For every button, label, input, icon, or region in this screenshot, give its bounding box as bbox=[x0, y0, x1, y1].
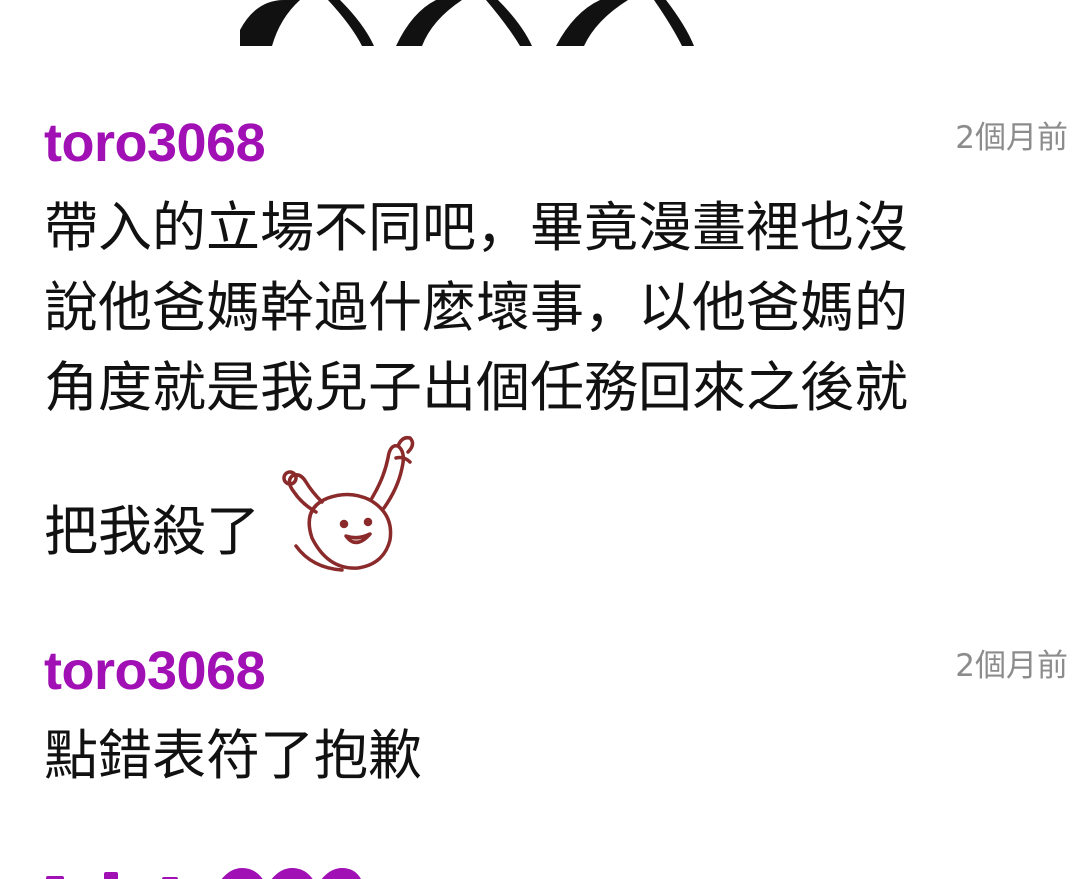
comment-line: 把我殺了 bbox=[44, 500, 260, 563]
comment-header: toro3068 2個月前 bbox=[44, 112, 1068, 174]
comment-item: toro3068 2個月前 點錯表符了抱歉 bbox=[44, 640, 1068, 796]
comment-line: 角度就是我兒子出個任務回來之後就 bbox=[44, 356, 908, 419]
comment-timestamp: 2個月前 bbox=[955, 648, 1068, 684]
comment-item-partial bbox=[44, 866, 1068, 879]
comment-line: 點錯表符了抱歉 bbox=[44, 724, 422, 787]
comment-body: 點錯表符了抱歉 bbox=[44, 716, 1024, 796]
comment-body: 帶入的立場不同吧，畢竟漫畫裡也沒 說他爸媽幹過什麼壞事，以他爸媽的 角度就是我兒… bbox=[44, 188, 1024, 572]
post-image-partial[interactable] bbox=[236, 0, 696, 46]
comment-username[interactable]: toro3068 bbox=[44, 112, 266, 174]
comment-thread: toro3068 2個月前 帶入的立場不同吧，畢竟漫畫裡也沒 說他爸媽幹過什麼壞… bbox=[0, 0, 1080, 879]
comment-header: toro3068 2個月前 bbox=[44, 640, 1068, 702]
comment-username[interactable]: toro3068 bbox=[44, 640, 266, 702]
comment-line: 帶入的立場不同吧，畢竟漫畫裡也沒 bbox=[44, 196, 908, 259]
comment-timestamp: 2個月前 bbox=[955, 120, 1068, 156]
comment-line: 說他爸媽幹過什麼壞事，以他爸媽的 bbox=[44, 276, 908, 339]
comment-username-partial[interactable] bbox=[44, 868, 364, 879]
comment-item: toro3068 2個月前 帶入的立場不同吧，畢竟漫畫裡也沒 說他爸媽幹過什麼壞… bbox=[44, 112, 1068, 572]
cheering-character-sticker-icon bbox=[282, 435, 415, 572]
